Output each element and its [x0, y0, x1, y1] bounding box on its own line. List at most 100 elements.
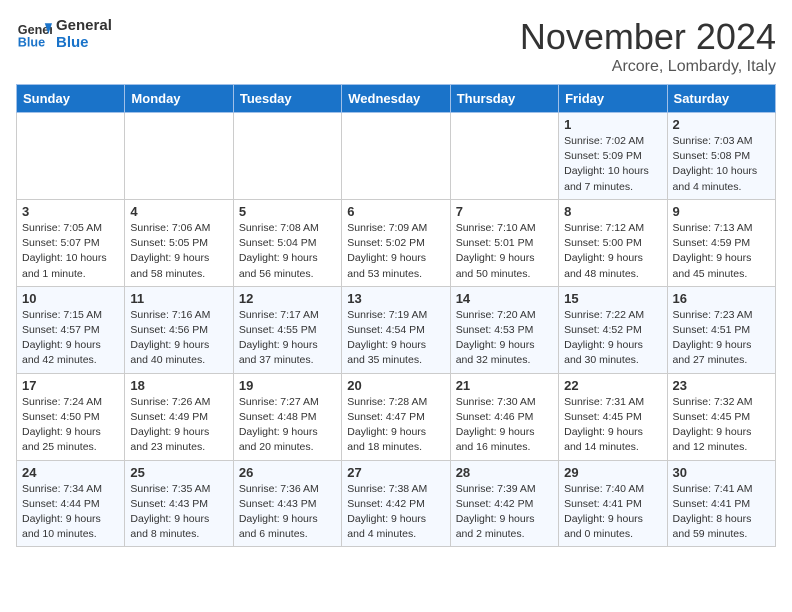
- svg-text:Blue: Blue: [18, 36, 45, 50]
- day-detail: Sunrise: 7:05 AM Sunset: 5:07 PM Dayligh…: [22, 221, 119, 282]
- day-detail: Sunrise: 7:17 AM Sunset: 4:55 PM Dayligh…: [239, 308, 336, 369]
- day-number: 11: [130, 291, 227, 306]
- day-number: 25: [130, 465, 227, 480]
- weekday-header-monday: Monday: [125, 85, 233, 113]
- day-cell: 12 Sunrise: 7:17 AM Sunset: 4:55 PM Dayli…: [233, 286, 341, 373]
- day-detail: Sunrise: 7:24 AM Sunset: 4:50 PM Dayligh…: [22, 395, 119, 456]
- day-cell: 8 Sunrise: 7:12 AM Sunset: 5:00 PM Daylig…: [559, 199, 667, 286]
- day-detail: Sunrise: 7:15 AM Sunset: 4:57 PM Dayligh…: [22, 308, 119, 369]
- day-cell: [125, 113, 233, 200]
- logo: General Blue General Blue: [16, 16, 112, 52]
- month-title: November 2024: [520, 16, 776, 58]
- day-detail: Sunrise: 7:20 AM Sunset: 4:53 PM Dayligh…: [456, 308, 553, 369]
- weekday-header-row: SundayMondayTuesdayWednesdayThursdayFrid…: [17, 85, 776, 113]
- day-cell: 26 Sunrise: 7:36 AM Sunset: 4:43 PM Dayli…: [233, 460, 341, 547]
- day-detail: Sunrise: 7:02 AM Sunset: 5:09 PM Dayligh…: [564, 134, 661, 195]
- day-number: 15: [564, 291, 661, 306]
- day-detail: Sunrise: 7:31 AM Sunset: 4:45 PM Dayligh…: [564, 395, 661, 456]
- day-number: 6: [347, 204, 444, 219]
- day-number: 13: [347, 291, 444, 306]
- day-detail: Sunrise: 7:12 AM Sunset: 5:00 PM Dayligh…: [564, 221, 661, 282]
- week-row-4: 17 Sunrise: 7:24 AM Sunset: 4:50 PM Dayli…: [17, 373, 776, 460]
- day-number: 9: [673, 204, 770, 219]
- day-number: 22: [564, 378, 661, 393]
- day-cell: [17, 113, 125, 200]
- day-cell: 27 Sunrise: 7:38 AM Sunset: 4:42 PM Dayli…: [342, 460, 450, 547]
- day-detail: Sunrise: 7:06 AM Sunset: 5:05 PM Dayligh…: [130, 221, 227, 282]
- day-detail: Sunrise: 7:22 AM Sunset: 4:52 PM Dayligh…: [564, 308, 661, 369]
- day-cell: 29 Sunrise: 7:40 AM Sunset: 4:41 PM Dayli…: [559, 460, 667, 547]
- weekday-header-friday: Friday: [559, 85, 667, 113]
- day-cell: 24 Sunrise: 7:34 AM Sunset: 4:44 PM Dayli…: [17, 460, 125, 547]
- day-number: 24: [22, 465, 119, 480]
- day-number: 10: [22, 291, 119, 306]
- location-title: Arcore, Lombardy, Italy: [520, 58, 776, 76]
- day-cell: 30 Sunrise: 7:41 AM Sunset: 4:41 PM Dayli…: [667, 460, 775, 547]
- day-detail: Sunrise: 7:26 AM Sunset: 4:49 PM Dayligh…: [130, 395, 227, 456]
- day-number: 23: [673, 378, 770, 393]
- day-number: 30: [673, 465, 770, 480]
- day-cell: 28 Sunrise: 7:39 AM Sunset: 4:42 PM Dayli…: [450, 460, 558, 547]
- title-block: November 2024 Arcore, Lombardy, Italy: [520, 16, 776, 76]
- logo-blue: Blue: [56, 34, 112, 51]
- day-cell: 15 Sunrise: 7:22 AM Sunset: 4:52 PM Dayli…: [559, 286, 667, 373]
- weekday-header-saturday: Saturday: [667, 85, 775, 113]
- day-number: 18: [130, 378, 227, 393]
- day-number: 27: [347, 465, 444, 480]
- day-detail: Sunrise: 7:13 AM Sunset: 4:59 PM Dayligh…: [673, 221, 770, 282]
- day-detail: Sunrise: 7:38 AM Sunset: 4:42 PM Dayligh…: [347, 482, 444, 543]
- page-header: General Blue General Blue November 2024 …: [16, 16, 776, 76]
- day-cell: 17 Sunrise: 7:24 AM Sunset: 4:50 PM Dayli…: [17, 373, 125, 460]
- day-detail: Sunrise: 7:28 AM Sunset: 4:47 PM Dayligh…: [347, 395, 444, 456]
- weekday-header-tuesday: Tuesday: [233, 85, 341, 113]
- day-number: 26: [239, 465, 336, 480]
- day-detail: Sunrise: 7:16 AM Sunset: 4:56 PM Dayligh…: [130, 308, 227, 369]
- weekday-header-sunday: Sunday: [17, 85, 125, 113]
- weekday-header-thursday: Thursday: [450, 85, 558, 113]
- day-cell: 3 Sunrise: 7:05 AM Sunset: 5:07 PM Daylig…: [17, 199, 125, 286]
- day-cell: 9 Sunrise: 7:13 AM Sunset: 4:59 PM Daylig…: [667, 199, 775, 286]
- day-cell: 6 Sunrise: 7:09 AM Sunset: 5:02 PM Daylig…: [342, 199, 450, 286]
- day-detail: Sunrise: 7:32 AM Sunset: 4:45 PM Dayligh…: [673, 395, 770, 456]
- day-cell: 1 Sunrise: 7:02 AM Sunset: 5:09 PM Daylig…: [559, 113, 667, 200]
- day-cell: 19Sunrise: 7:27 AM Sunset: 4:48 PM Dayli…: [233, 373, 341, 460]
- day-number: 17: [22, 378, 119, 393]
- day-number: 1: [564, 117, 661, 132]
- day-cell: 5Sunrise: 7:08 AM Sunset: 5:04 PM Daylig…: [233, 199, 341, 286]
- day-detail: Sunrise: 7:39 AM Sunset: 4:42 PM Dayligh…: [456, 482, 553, 543]
- logo-general: General: [56, 17, 112, 34]
- day-number: 14: [456, 291, 553, 306]
- day-detail: Sunrise: 7:09 AM Sunset: 5:02 PM Dayligh…: [347, 221, 444, 282]
- day-cell: 4 Sunrise: 7:06 AM Sunset: 5:05 PM Daylig…: [125, 199, 233, 286]
- day-cell: 20Sunrise: 7:28 AM Sunset: 4:47 PM Dayli…: [342, 373, 450, 460]
- day-number: 12: [239, 291, 336, 306]
- day-cell: 25Sunrise: 7:35 AM Sunset: 4:43 PM Dayli…: [125, 460, 233, 547]
- day-cell: [342, 113, 450, 200]
- day-cell: 11 Sunrise: 7:16 AM Sunset: 4:56 PM Dayli…: [125, 286, 233, 373]
- day-cell: 18 Sunrise: 7:26 AM Sunset: 4:49 PM Dayli…: [125, 373, 233, 460]
- day-detail: Sunrise: 7:41 AM Sunset: 4:41 PM Dayligh…: [673, 482, 770, 543]
- day-cell: [450, 113, 558, 200]
- day-cell: 16Sunrise: 7:23 AM Sunset: 4:51 PM Dayli…: [667, 286, 775, 373]
- day-detail: Sunrise: 7:36 AM Sunset: 4:43 PM Dayligh…: [239, 482, 336, 543]
- day-cell: [233, 113, 341, 200]
- weekday-header-wednesday: Wednesday: [342, 85, 450, 113]
- day-cell: 21Sunrise: 7:30 AM Sunset: 4:46 PM Dayli…: [450, 373, 558, 460]
- week-row-2: 3 Sunrise: 7:05 AM Sunset: 5:07 PM Daylig…: [17, 199, 776, 286]
- day-number: 4: [130, 204, 227, 219]
- day-detail: Sunrise: 7:40 AM Sunset: 4:41 PM Dayligh…: [564, 482, 661, 543]
- day-detail: Sunrise: 7:23 AM Sunset: 4:51 PM Dayligh…: [673, 308, 770, 369]
- day-number: 29: [564, 465, 661, 480]
- day-detail: Sunrise: 7:27 AM Sunset: 4:48 PM Dayligh…: [239, 395, 336, 456]
- day-number: 28: [456, 465, 553, 480]
- day-detail: Sunrise: 7:08 AM Sunset: 5:04 PM Dayligh…: [239, 221, 336, 282]
- day-number: 2: [673, 117, 770, 132]
- day-number: 8: [564, 204, 661, 219]
- day-detail: Sunrise: 7:34 AM Sunset: 4:44 PM Dayligh…: [22, 482, 119, 543]
- day-number: 7: [456, 204, 553, 219]
- day-detail: Sunrise: 7:19 AM Sunset: 4:54 PM Dayligh…: [347, 308, 444, 369]
- logo-icon: General Blue: [16, 16, 52, 52]
- day-number: 3: [22, 204, 119, 219]
- day-cell: 14 Sunrise: 7:20 AM Sunset: 4:53 PM Dayli…: [450, 286, 558, 373]
- week-row-5: 24 Sunrise: 7:34 AM Sunset: 4:44 PM Dayli…: [17, 460, 776, 547]
